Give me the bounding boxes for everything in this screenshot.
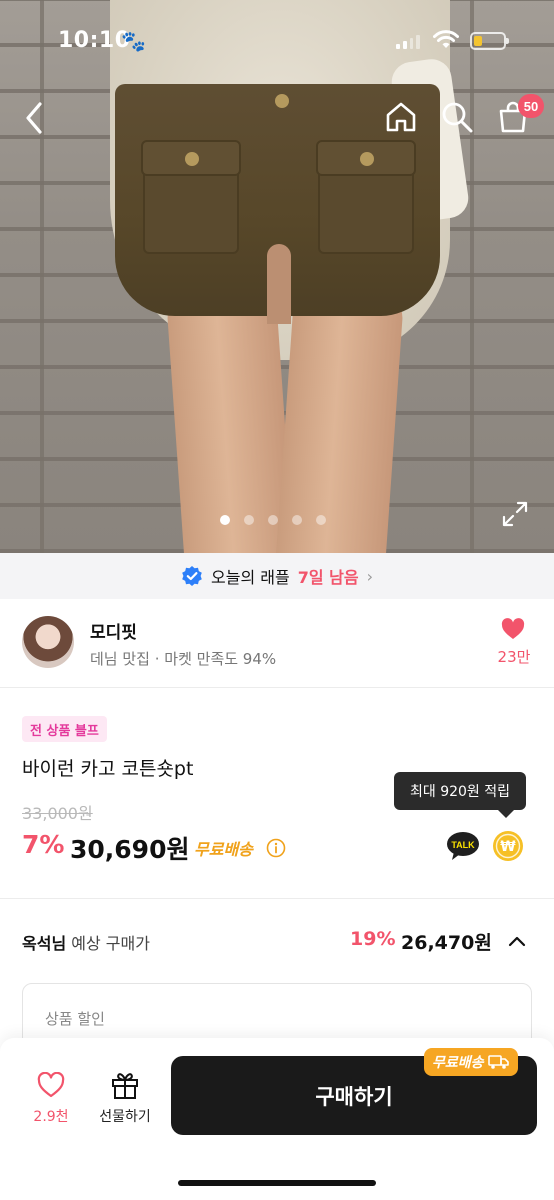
- pagination-dot[interactable]: [220, 515, 230, 525]
- fullscreen-expand-icon[interactable]: [502, 501, 528, 527]
- gift-icon: [112, 1073, 138, 1099]
- heart-outline-icon: [37, 1071, 65, 1098]
- seller-like-heart-icon[interactable]: [501, 618, 525, 640]
- sale-badge: 전 상품 블프: [22, 716, 107, 742]
- product-like-button[interactable]: 2.9천: [26, 1071, 76, 1126]
- delivery-truck-icon: [487, 1055, 509, 1069]
- model-leg-right: [275, 290, 405, 553]
- free-shipping-tag-label: 무료배송: [432, 1055, 484, 1071]
- user-name: 옥석님: [22, 934, 67, 953]
- image-pagination: [220, 515, 326, 525]
- seller-like-count: 23만: [497, 648, 531, 666]
- pagination-dot[interactable]: [292, 515, 302, 525]
- raffle-banner[interactable]: 오늘의 래플 7일 남음 ›: [0, 553, 554, 599]
- seller-avatar[interactable]: [22, 616, 74, 668]
- status-bar: 10:10 🐾: [0, 0, 554, 80]
- talk-label: TALK: [451, 840, 475, 850]
- original-price: 33,000원: [22, 804, 93, 823]
- cargo-pocket-right: [316, 140, 416, 254]
- raffle-days-left: 7일 남음: [297, 568, 359, 587]
- waist-button: [275, 94, 289, 108]
- gift-label: 선물하기: [99, 1109, 151, 1125]
- chevron-right-icon: ›: [366, 566, 373, 586]
- expected-price-label: 옥석님 예상 구매가: [22, 930, 150, 954]
- battery-icon: [470, 32, 509, 50]
- product-image[interactable]: [0, 0, 554, 553]
- status-time: 10:10: [58, 28, 131, 53]
- expected-price-caption: 예상 구매가: [71, 934, 150, 953]
- discount-rate: 7%: [22, 830, 65, 859]
- points-coin-icon[interactable]: ₩: [492, 830, 524, 862]
- wall-texture: [470, 0, 474, 553]
- model-leg-left: [165, 290, 295, 553]
- free-shipping-label: 무료배송: [194, 840, 253, 859]
- info-icon[interactable]: [266, 838, 286, 858]
- seller-section[interactable]: 모디핏 데님 맛집 · 마켓 만족도 94%: [0, 600, 554, 688]
- product-like-count: 2.9천: [33, 1109, 69, 1125]
- cart-count-badge: 50: [518, 94, 544, 118]
- product-title: 바이런 카고 코튼숏pt: [22, 758, 194, 780]
- seller-description: 데님 맛집 · 마켓 만족도 94%: [90, 650, 277, 668]
- paw-icon: 🐾: [121, 29, 146, 53]
- free-shipping-tag: 무료배송: [424, 1048, 518, 1076]
- section-divider: [0, 898, 554, 899]
- won-symbol: ₩: [500, 839, 516, 855]
- wall-texture: [40, 0, 44, 553]
- product-discount-label: 상품 할인: [45, 1010, 105, 1028]
- seller-name[interactable]: 모디핏: [90, 618, 137, 643]
- wifi-icon: [433, 30, 459, 48]
- pagination-dot[interactable]: [316, 515, 326, 525]
- cellular-signal-icon: [396, 33, 420, 49]
- points-tooltip: 최대 920원 적립: [394, 772, 526, 818]
- sale-price: 30,690원: [70, 835, 190, 864]
- pagination-dot[interactable]: [244, 515, 254, 525]
- expected-price: 26,470원: [401, 932, 492, 954]
- search-icon[interactable]: [440, 100, 474, 134]
- kakao-talk-icon[interactable]: TALK: [446, 830, 480, 862]
- gift-button[interactable]: 선물하기: [93, 1070, 157, 1126]
- home-icon[interactable]: [384, 100, 418, 134]
- home-indicator: [178, 1180, 376, 1186]
- verified-badge-icon: [182, 566, 202, 586]
- back-arrow-icon[interactable]: [20, 98, 52, 138]
- pagination-dot[interactable]: [268, 515, 278, 525]
- raffle-label: 오늘의 래플: [211, 568, 290, 587]
- expected-discount-rate: 19%: [350, 928, 396, 950]
- chevron-up-icon[interactable]: [506, 930, 528, 952]
- cargo-pocket-left: [141, 140, 241, 254]
